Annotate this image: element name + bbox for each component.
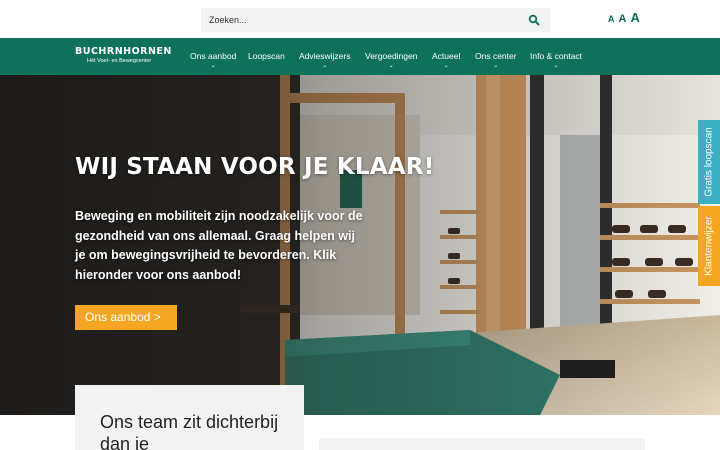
- nav-item-actueel[interactable]: Actueel ⌄: [432, 51, 460, 69]
- search-icon[interactable]: [528, 14, 540, 26]
- nav-item-vergoedingen[interactable]: Vergoedingen ⌄: [365, 51, 417, 69]
- chevron-down-icon: ⌄: [493, 63, 499, 69]
- chevron-down-icon: ⌄: [553, 63, 559, 69]
- ons-aanbod-button[interactable]: Ons aanbod >: [75, 305, 177, 330]
- nav-item-label: Ons center: [475, 51, 517, 61]
- hero-title: WIJ STAAN VOOR JE KLAAR!: [75, 154, 435, 180]
- chevron-down-icon: ⌄: [443, 63, 449, 69]
- nav-item-info-contact[interactable]: Info & contact ⌄: [530, 51, 582, 69]
- chevron-down-icon: ⌄: [210, 63, 216, 69]
- nav-item-label: Advieswijzers: [299, 51, 351, 61]
- nav-item-label: Vergoedingen: [365, 51, 418, 61]
- search-input[interactable]: [209, 8, 519, 32]
- team-title: Ons team zit dichterbij dan je: [100, 412, 279, 450]
- font-size-small[interactable]: A: [608, 14, 615, 24]
- team-card: Ons team zit dichterbij dan je: [75, 385, 304, 450]
- font-size-switcher: A A A: [608, 10, 640, 25]
- main-nav: BUCHRNHORNEN Hét Voet- en Bewegcenter On…: [0, 38, 720, 75]
- content-card: [319, 438, 645, 450]
- font-size-medium[interactable]: A: [619, 13, 627, 25]
- nav-item-label: Ons aanbod: [190, 51, 237, 61]
- font-size-large[interactable]: A: [630, 10, 639, 25]
- chevron-down-icon: ⌄: [388, 63, 394, 69]
- page: A A A BUCHRNHORNEN Hét Voet- en Bewegcen…: [0, 0, 720, 450]
- nav-item-label: Info & contact: [530, 51, 582, 61]
- gratis-loopscan-label: Gratis loopscan: [703, 127, 715, 197]
- klantenwijzer-tab[interactable]: Klantenwijzer: [698, 206, 720, 286]
- nav-item-label: Actueel: [432, 51, 461, 61]
- hero-text: Beweging en mobiliteit zijn noodzakelijk…: [75, 209, 363, 282]
- nav-item-ons-center[interactable]: Ons center ⌄: [475, 51, 517, 69]
- top-bar: A A A: [0, 0, 720, 38]
- nav-item-label: Loopscan: [248, 51, 285, 61]
- hero-banner: WIJ STAAN VOOR JE KLAAR! Beweging en mob…: [0, 75, 720, 415]
- nav-menu: Ons aanbod ⌄ Loopscan Advieswijzers ⌄ Ve…: [0, 51, 720, 71]
- klantenwijzer-label: Klantenwijzer: [703, 216, 715, 276]
- chevron-down-icon: ⌄: [322, 63, 328, 69]
- nav-item-ons-aanbod[interactable]: Ons aanbod ⌄: [190, 51, 236, 69]
- search-box[interactable]: [201, 8, 550, 32]
- gratis-loopscan-tab[interactable]: Gratis loopscan: [698, 120, 720, 204]
- nav-item-advieswijzers[interactable]: Advieswijzers ⌄: [299, 51, 351, 69]
- nav-item-loopscan[interactable]: Loopscan: [248, 51, 285, 61]
